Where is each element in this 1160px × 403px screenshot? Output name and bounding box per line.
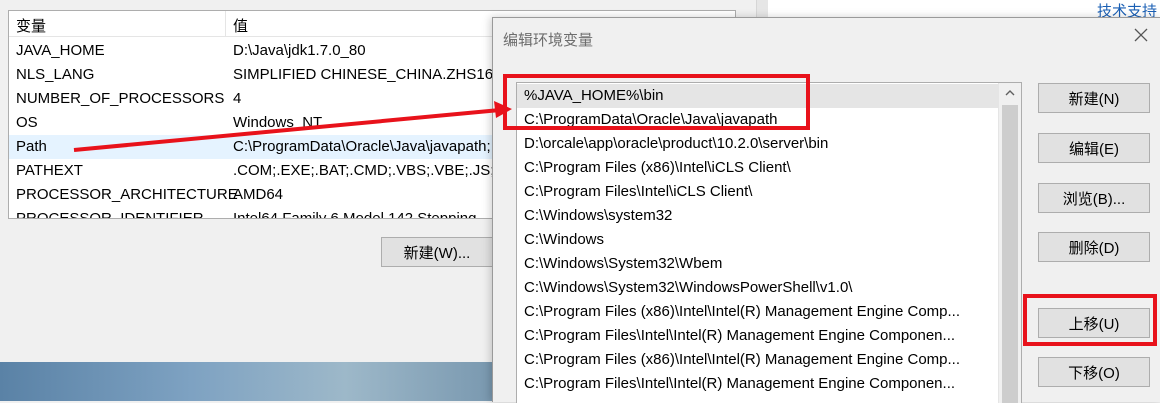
path-entry[interactable]: C:\ProgramData\Oracle\Java\javapath <box>517 108 998 132</box>
path-entry-text: C:\Program Files (x86)\Intel\Intel(R) Ma… <box>524 351 961 368</box>
variable-name: PROCESSOR_ARCHITECTURE <box>16 186 238 203</box>
path-entry[interactable]: C:\Program Files (x86)\Intel\iCLS Client… <box>517 156 998 180</box>
new-entry-button[interactable]: 新建(N) <box>1038 83 1150 113</box>
path-entry[interactable]: C:\Windows\System32\WindowsPowerShell\v1… <box>517 276 998 300</box>
path-entry-text: D:\orcale\app\oracle\product\10.2.0\serv… <box>524 135 829 152</box>
path-entry-text: C:\Windows\System32\WindowsPowerShell\v1… <box>524 279 853 296</box>
variable-value: 4 <box>233 90 242 107</box>
move-up-button[interactable]: 上移(U) <box>1038 308 1150 338</box>
variable-value: SIMPLIFIED CHINESE_CHINA.ZHS16GBK <box>233 66 525 83</box>
path-entry[interactable]: C:\Program Files (x86)\Intel\Intel(R) Ma… <box>517 300 998 324</box>
variable-value: .COM;.EXE;.BAT;.CMD;.VBS;.VBE;.JS;.JSE; <box>233 162 531 179</box>
path-entry-text: C:\Program Files (x86)\Intel\iCLS Client… <box>524 159 791 176</box>
variable-name: JAVA_HOME <box>16 42 105 59</box>
path-entry-text: C:\Program Files\Intel\iCLS Client\ <box>524 183 753 200</box>
scrollbar-thumb[interactable] <box>1002 105 1018 403</box>
delete-button[interactable]: 删除(D) <box>1038 232 1150 262</box>
browse-button[interactable]: 浏览(B)... <box>1038 183 1150 213</box>
variable-name: Path <box>16 138 47 155</box>
scroll-up-arrow-icon[interactable] <box>999 83 1021 103</box>
path-entry[interactable]: C:\Windows\System32\Wbem <box>517 252 998 276</box>
variable-name: NUMBER_OF_PROCESSORS <box>16 90 225 107</box>
variable-name: PATHEXT <box>16 162 83 179</box>
vertical-scrollbar[interactable] <box>998 83 1021 403</box>
path-entry-text: C:\Program Files (x86)\Intel\Intel(R) Ma… <box>524 303 961 320</box>
path-entry[interactable]: D:\orcale\app\oracle\product\10.2.0\serv… <box>517 132 998 156</box>
path-entry[interactable]: C:\Program Files\Intel\iCLS Client\ <box>517 180 998 204</box>
move-down-button[interactable]: 下移(O) <box>1038 357 1150 387</box>
variable-name: OS <box>16 114 38 131</box>
path-entry[interactable]: C:\Program Files\Intel\Intel(R) Manageme… <box>517 372 998 396</box>
header-value[interactable]: 值 <box>233 15 248 36</box>
path-entry[interactable]: C:\Program Files\Intel\Intel(R) Manageme… <box>517 324 998 348</box>
path-entry-text: C:\Windows <box>524 231 605 248</box>
path-entry[interactable]: C:\Program Files (x86)\Intel\Intel(R) Ma… <box>517 348 998 372</box>
path-entry[interactable]: C:\Windows\system32 <box>517 204 998 228</box>
variable-name: PROCESSOR_IDENTIFIER <box>16 210 204 219</box>
path-entries-list[interactable]: %JAVA_HOME%\bin C:\ProgramData\Oracle\Ja… <box>516 82 1022 403</box>
variable-name: NLS_LANG <box>16 66 95 83</box>
path-entry[interactable]: C:\Windows <box>517 228 998 252</box>
path-entry-text: C:\Windows\System32\Wbem <box>524 255 723 272</box>
variable-value: D:\Java\jdk1.7.0_80 <box>233 42 366 59</box>
header-variable[interactable]: 变量 <box>16 15 46 36</box>
variable-value: C:\ProgramData\Oracle\Java\javapath; <box>233 138 491 155</box>
path-entry-text: C:\ProgramData\Oracle\Java\javapath <box>524 111 778 128</box>
edit-environment-variable-dialog: 编辑环境变量 %JAVA_HOME%\bin C:\ProgramData\Or… <box>492 17 1160 403</box>
close-icon[interactable] <box>1133 27 1149 43</box>
edit-entry-button[interactable]: 编辑(E) <box>1038 133 1150 163</box>
variable-value: Windows_NT <box>233 114 323 131</box>
variable-value: Intel64 Family 6 Model 142 Stepping <box>233 210 477 219</box>
new-variable-button[interactable]: 新建(W)... <box>381 237 493 267</box>
variable-value: AMD64 <box>233 186 284 203</box>
dialog-title: 编辑环境变量 <box>503 32 594 49</box>
path-entry-text: %JAVA_HOME%\bin <box>524 87 664 104</box>
column-divider[interactable] <box>225 11 226 36</box>
path-entry-text: C:\Windows\system32 <box>524 207 673 224</box>
path-entry-selected[interactable]: %JAVA_HOME%\bin <box>517 84 998 108</box>
path-entry-text: C:\Program Files\Intel\Intel(R) Manageme… <box>524 327 956 344</box>
path-entry-text: C:\Program Files\Intel\Intel(R) Manageme… <box>524 375 956 392</box>
